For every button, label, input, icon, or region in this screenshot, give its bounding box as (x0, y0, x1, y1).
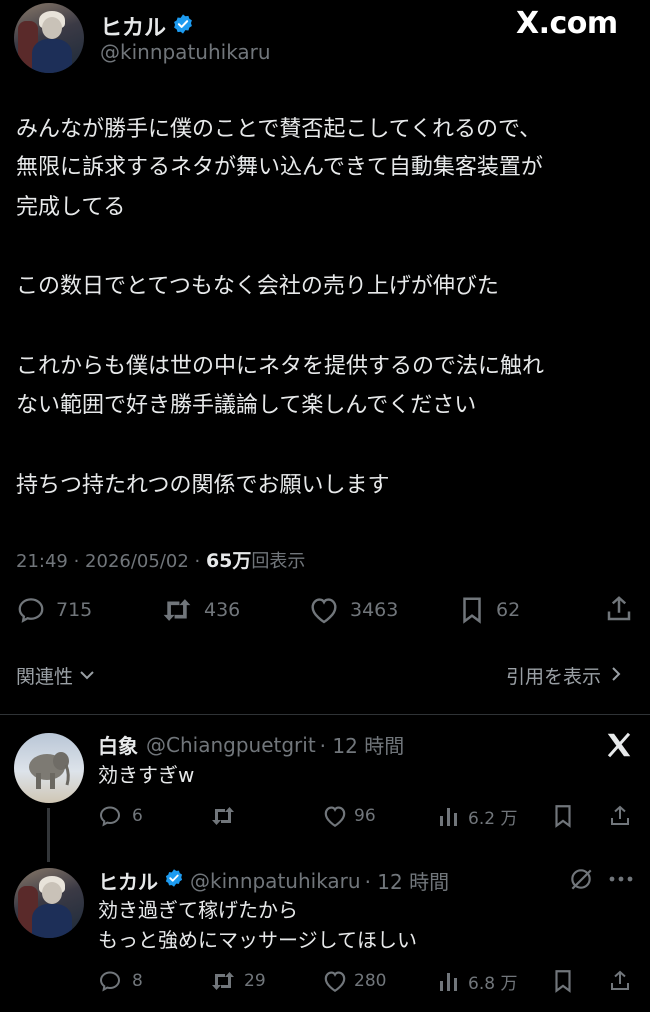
author-handle[interactable]: @kinnpatuhikaru (100, 40, 271, 64)
reply2-bookmark-icon[interactable] (552, 968, 574, 994)
chevron-down-icon (79, 666, 95, 685)
view-count: 65万 (205, 550, 252, 572)
tweet-line-1: みんなが勝手に僕のことで賛否起こしてくれるので、 (16, 117, 542, 142)
analytics-icon (438, 804, 460, 828)
verified-badge-icon (164, 868, 184, 893)
grok-icon[interactable] (568, 866, 594, 892)
reply1-avatar[interactable] (14, 733, 84, 803)
reply-icon (98, 804, 122, 828)
retweet-action[interactable]: 436 (160, 594, 240, 626)
reply1-handle[interactable]: @Chiangpuetgrit (146, 733, 316, 757)
reply2-reply-action[interactable]: 8 (98, 967, 143, 995)
reply1-view-count: 6.2 万 (468, 808, 518, 829)
reply2-time: · 12 時間 (364, 870, 450, 894)
like-action[interactable]: 3463 (308, 594, 398, 626)
reply2-avatar[interactable] (14, 868, 84, 938)
reply2-views-action[interactable]: 6.8 万 (438, 967, 517, 995)
reply1-name[interactable]: 白象 (98, 730, 138, 759)
bookmark-count: 62 (496, 599, 521, 621)
reply2-like-count: 280 (354, 971, 387, 991)
reply1-views-action[interactable]: 6.2 万 (438, 802, 517, 830)
reply1-reply-count: 6 (132, 806, 143, 826)
bookmark-icon (458, 595, 486, 625)
heart-icon (322, 969, 348, 993)
reply1-share-icon[interactable] (608, 803, 632, 829)
heart-icon (322, 804, 348, 828)
view-label: 回表示 (251, 551, 306, 572)
reply1-time: · 12 時間 (319, 734, 405, 758)
reply2-reply-count: 8 (132, 971, 143, 991)
author-avatar[interactable] (14, 3, 84, 73)
chevron-right-icon (611, 666, 621, 686)
divider (0, 714, 650, 715)
tweet-line-4: この数日でとてつもなく会社の売り上げが伸びた (16, 274, 499, 299)
tweet-timestamp[interactable]: 21:49 · 2026/05/02 · (16, 551, 206, 572)
reply2-line-1: 効き過ぎて稼げたから (98, 898, 298, 922)
reply2-retweet-action[interactable]: 29 (208, 967, 266, 995)
reply1-text: 効きすぎw (98, 763, 195, 787)
reply-icon (98, 969, 122, 993)
reply2-name[interactable]: ヒカル (98, 866, 158, 895)
reply-action[interactable]: 715 (16, 594, 92, 626)
reply2-view-count: 6.8 万 (468, 973, 518, 994)
reply1-like-action[interactable]: 96 (322, 802, 376, 830)
view-quotes-link[interactable]: 引用を表示 (506, 662, 621, 689)
heart-icon (308, 595, 340, 625)
tweet-line-6: ない範囲で好き勝手議論して楽しんでください (16, 393, 477, 418)
share-icon[interactable] (604, 594, 634, 624)
reply1-reply-action[interactable]: 6 (98, 802, 143, 830)
reply1-retweet-icon[interactable] (208, 804, 238, 828)
reply2-handle[interactable]: @kinnpatuhikaru (190, 869, 361, 893)
reply-icon (16, 595, 46, 625)
analytics-icon (438, 969, 460, 993)
thread-connector-line (47, 808, 50, 862)
retweet-count: 436 (204, 599, 241, 621)
retweet-icon (160, 595, 194, 625)
bookmark-action[interactable]: 62 (458, 594, 520, 626)
tweet-meta: 21:49 · 2026/05/02 · 65万回表示 (16, 546, 305, 573)
reply2-line-2: もっと強めにマッサージしてほしい (98, 928, 417, 952)
x-logo: X.com (516, 6, 618, 41)
sort-selector[interactable]: 関連性 (16, 662, 95, 689)
author-name[interactable]: ヒカル (100, 10, 166, 42)
tweet-line-3: 完成してる (16, 195, 126, 220)
reply2-share-icon[interactable] (608, 968, 632, 994)
view-quotes-label: 引用を表示 (506, 666, 602, 688)
sort-label: 関連性 (16, 666, 74, 688)
reply2-retweet-count: 29 (244, 971, 266, 991)
tweet-line-2: 無限に訴求するネタが舞い込んできて自動集客装置が (16, 155, 543, 180)
retweet-icon (208, 969, 238, 993)
reply2-like-action[interactable]: 280 (322, 967, 386, 995)
reply1-bookmark-icon[interactable] (552, 803, 574, 829)
tweet-line-7: 持ちつ持たれつの関係でお願いします (16, 473, 390, 498)
tweet-line-5: これからも僕は世の中にネタを提供するので法に触れ (16, 354, 545, 379)
reply-count: 715 (56, 599, 93, 621)
close-icon[interactable] (604, 730, 634, 764)
reply1-like-count: 96 (354, 806, 376, 826)
more-options-icon[interactable] (608, 874, 634, 884)
verified-badge-icon (172, 13, 194, 39)
like-count: 3463 (350, 599, 399, 621)
